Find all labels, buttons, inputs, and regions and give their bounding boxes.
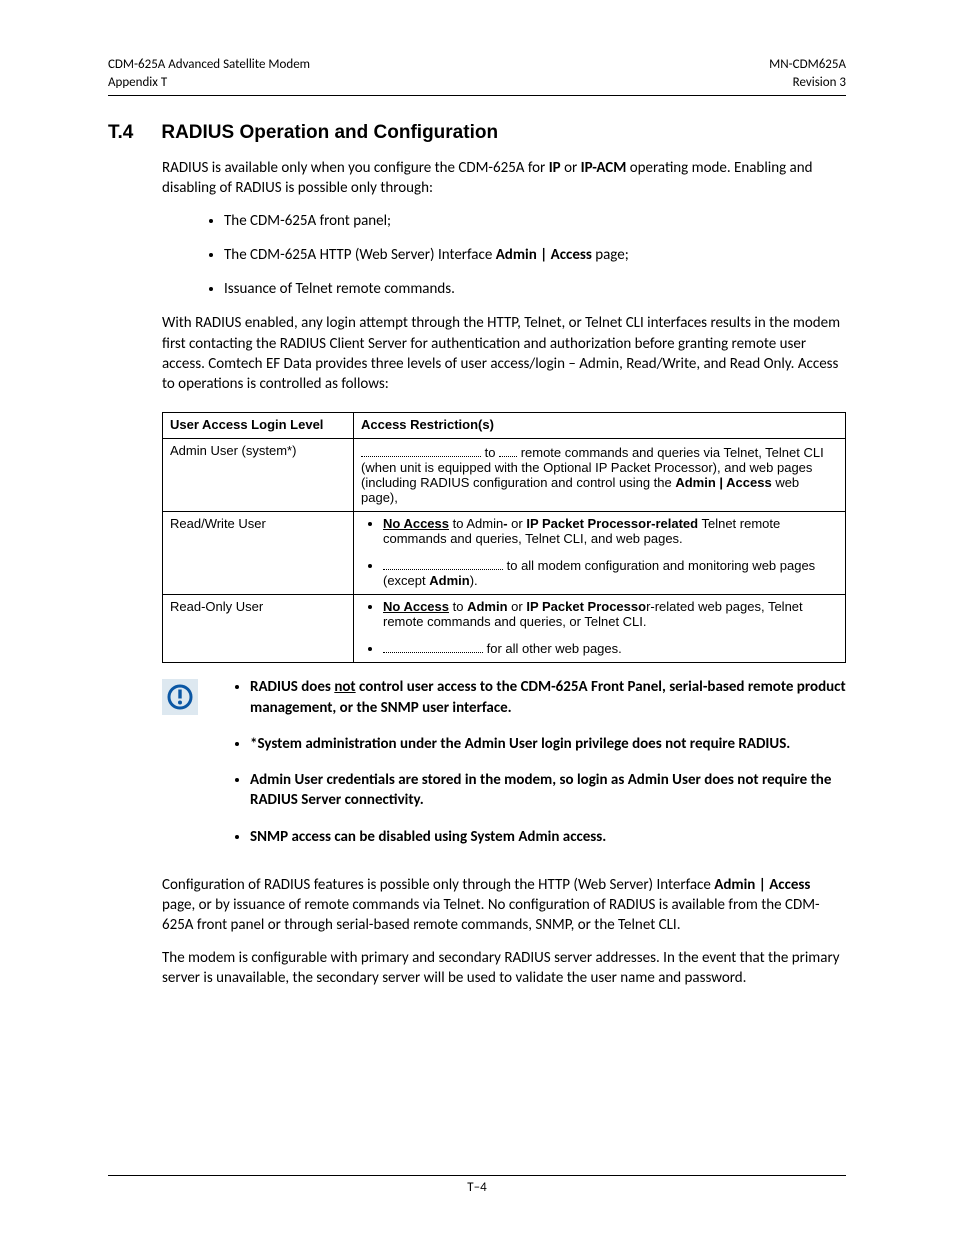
table-row: Read/Write User No Access to Admin- or I… bbox=[163, 512, 846, 595]
header-right: MN-CDM625A Revision 3 bbox=[769, 56, 846, 91]
section-heading: T.4 RADIUS Operation and Configuration bbox=[108, 122, 846, 144]
list-item: for all other web pages. bbox=[383, 639, 838, 656]
header-docnum: MN-CDM625A bbox=[769, 56, 846, 74]
header-rule bbox=[108, 95, 846, 96]
header-revision: Revision 3 bbox=[769, 74, 846, 92]
alert-icon bbox=[162, 679, 198, 715]
table-row: Read-Only User No Access to Admin or IP … bbox=[163, 595, 846, 663]
page-footer: T–4 bbox=[108, 1175, 846, 1195]
cell-level: Admin User (system*) bbox=[163, 439, 354, 512]
cell-level: Read/Write User bbox=[163, 512, 354, 595]
list-item: Admin User credentials are stored in the… bbox=[250, 770, 846, 811]
header-appendix: Appendix T bbox=[108, 74, 310, 92]
body: RADIUS is available only when you config… bbox=[162, 158, 846, 663]
list-item: No Access to Admin or IP Packet Processo… bbox=[383, 599, 838, 629]
list-item: The CDM-625A front panel; bbox=[224, 211, 846, 231]
radius-enabled-paragraph: With RADIUS enabled, any login attempt t… bbox=[162, 313, 846, 394]
header-product: CDM-625A Advanced Satellite Modem bbox=[108, 56, 310, 74]
table-header-row: User Access Login Level Access Restricti… bbox=[163, 413, 846, 439]
cell-level: Read-Only User bbox=[163, 595, 354, 663]
cell-restriction: No Access to Admin- or IP Packet Process… bbox=[354, 512, 846, 595]
enable-methods-list: The CDM-625A front panel; The CDM-625A H… bbox=[162, 211, 846, 300]
body-continued: Configuration of RADIUS features is poss… bbox=[162, 875, 846, 988]
redacted-span bbox=[383, 556, 503, 570]
access-table: User Access Login Level Access Restricti… bbox=[162, 412, 846, 663]
col-header-restriction: Access Restriction(s) bbox=[354, 413, 846, 439]
cell-restriction: No Access to Admin or IP Packet Processo… bbox=[354, 595, 846, 663]
page-header: CDM-625A Advanced Satellite Modem Append… bbox=[108, 56, 846, 91]
page: CDM-625A Advanced Satellite Modem Append… bbox=[0, 0, 954, 1235]
list-item: Issuance of Telnet remote commands. bbox=[224, 279, 846, 299]
config-paragraph: Configuration of RADIUS features is poss… bbox=[162, 875, 846, 936]
heading-title: RADIUS Operation and Configuration bbox=[161, 122, 498, 144]
heading-number: T.4 bbox=[108, 122, 133, 144]
redacted-span bbox=[499, 443, 517, 457]
list-item: to all modem configuration and monitorin… bbox=[383, 556, 838, 588]
list-item: The CDM-625A HTTP (Web Server) Interface… bbox=[224, 245, 846, 265]
page-number: T–4 bbox=[467, 1180, 486, 1195]
redacted-span bbox=[361, 443, 481, 457]
note-list: RADIUS does not control user access to t… bbox=[212, 677, 846, 857]
servers-paragraph: The modem is configurable with primary a… bbox=[162, 948, 846, 989]
header-left: CDM-625A Advanced Satellite Modem Append… bbox=[108, 56, 310, 91]
col-header-level: User Access Login Level bbox=[163, 413, 354, 439]
list-item: RADIUS does not control user access to t… bbox=[250, 677, 846, 718]
cell-restriction: to remote commands and queries via Telne… bbox=[354, 439, 846, 512]
list-item: SNMP access can be disabled using System… bbox=[250, 827, 846, 847]
intro-paragraph: RADIUS is available only when you config… bbox=[162, 158, 846, 199]
redacted-span bbox=[383, 639, 483, 653]
note-block: RADIUS does not control user access to t… bbox=[162, 677, 846, 871]
list-item: No Access to Admin- or IP Packet Process… bbox=[383, 516, 838, 546]
table-row: Admin User (system*) to remote commands … bbox=[163, 439, 846, 512]
list-item: *System administration under the Admin U… bbox=[250, 734, 846, 754]
footer-rule bbox=[108, 1175, 846, 1176]
